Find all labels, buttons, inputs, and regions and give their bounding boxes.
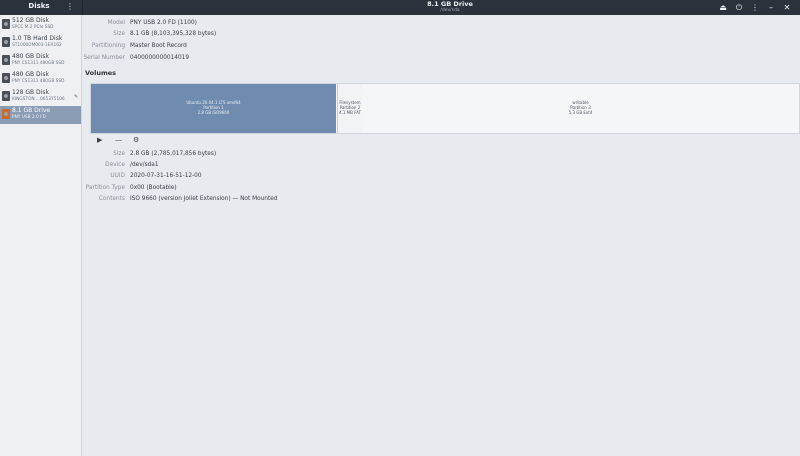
- header-actions: ⏏ ⏻ ⋮ – ✕: [718, 2, 792, 13]
- partition-3[interactable]: writable Partition 3 5.3 GB Ext4: [362, 84, 799, 133]
- info-partitioning: Partitioning Master Boot Record: [0, 42, 800, 51]
- drive-menu-icon[interactable]: ⋮: [750, 2, 760, 13]
- disk-model: KINGSTON ...065375106: [12, 97, 65, 102]
- eject-icon[interactable]: ✎: [74, 94, 78, 100]
- contents-value: ISO 9660 (version Joliet Extension) — No…: [130, 196, 278, 202]
- sidebar-item-disk-128gb[interactable]: 128 GB Disk KINGSTON ...065375106 ✎: [0, 88, 81, 106]
- window-title-group: 8.1 GB Drive /dev/sda: [300, 1, 600, 14]
- gear-icon[interactable]: ⚙: [133, 136, 139, 145]
- uuid-label: UUID: [110, 173, 125, 179]
- disk-name: 480 GB Disk: [12, 71, 49, 78]
- device-value: /dev/sda1: [130, 162, 159, 168]
- vol-size-label: Size: [113, 151, 125, 157]
- device-label: Device: [105, 162, 125, 168]
- partitioning-value: Master Boot Record: [130, 43, 187, 49]
- disk-name: 128 GB Disk: [12, 89, 49, 96]
- disk-model: PNY CS1311 480GB SSD: [12, 79, 65, 84]
- detail-device: Device /dev/sda1: [0, 161, 800, 170]
- usb-drive-icon: [2, 109, 10, 119]
- partition-type-value: 0x00 (Bootable): [130, 185, 177, 191]
- info-serial: Serial Number 0400000000014019: [0, 54, 800, 63]
- volumes-heading: Volumes: [85, 69, 117, 77]
- window-title: 8.1 GB Drive: [427, 0, 473, 8]
- size-value: 8.1 GB (8,103,395,328 bytes): [130, 31, 217, 37]
- serial-label: Serial Number: [83, 55, 125, 61]
- partition-type-label: Partition Type: [85, 185, 125, 191]
- detail-partition-type: Partition Type 0x00 (Bootable): [0, 184, 800, 193]
- sidebar-header: Disks ⋮: [0, 0, 82, 15]
- header-bar: Disks ⋮ 8.1 GB Drive /dev/sda ⏏ ⏻ ⋮ – ✕: [0, 0, 800, 15]
- disk-name: 8.1 GB Drive: [12, 107, 51, 114]
- uuid-value: 2020-07-31-16-51-12-00: [130, 173, 202, 179]
- serial-value: 0400000000014019: [130, 55, 190, 61]
- sidebar-item-drive-8gb[interactable]: 8.1 GB Drive PNY USB 2.0 FD: [0, 106, 81, 124]
- model-label: Model: [107, 20, 125, 26]
- size-label: Size: [113, 31, 125, 37]
- info-size: Size 8.1 GB (8,103,395,328 bytes): [0, 30, 800, 39]
- volume-map: Ubuntu 20.04.1 LTS amd64 Partition 1 2.8…: [90, 83, 800, 134]
- minus-icon[interactable]: —: [115, 136, 122, 145]
- detail-uuid: UUID 2020-07-31-16-51-12-00: [0, 172, 800, 181]
- disk-icon: [2, 73, 10, 83]
- app-menu-icon[interactable]: ⋮: [66, 1, 74, 13]
- partition-2[interactable]: Filesystem Partition 2 4.1 MB FAT: [337, 84, 363, 133]
- contents-label: Contents: [98, 196, 125, 202]
- info-model: Model PNY USB 2.0 FD (1100): [0, 19, 800, 28]
- close-icon[interactable]: ✕: [782, 2, 792, 13]
- partition-1[interactable]: Ubuntu 20.04.1 LTS amd64 Partition 1 2.8…: [91, 84, 336, 133]
- partitioning-label: Partitioning: [91, 43, 125, 49]
- partition-size: 5.3 GB Ext4: [568, 110, 593, 115]
- disk-model: PNY USB 2.0 FD: [12, 115, 46, 120]
- window-subtitle: /dev/sda: [440, 8, 460, 13]
- partition-size: 4.1 MB FAT: [339, 110, 361, 115]
- volume-toolbar: ▶ — ⚙: [90, 134, 800, 148]
- eject-icon[interactable]: ⏏: [718, 2, 728, 13]
- play-icon[interactable]: ▶: [97, 136, 102, 145]
- sidebar: 512 GB Disk SPCC M.2 PCIe SSD 1.0 TB Har…: [0, 15, 82, 456]
- power-icon[interactable]: ⏻: [734, 2, 744, 13]
- minimize-icon[interactable]: –: [766, 2, 776, 13]
- detail-contents: Contents ISO 9660 (version Joliet Extens…: [0, 195, 800, 204]
- detail-size: Size 2.8 GB (2,785,017,856 bytes): [0, 150, 800, 159]
- vol-size-value: 2.8 GB (2,785,017,856 bytes): [130, 151, 217, 157]
- sidebar-item-disk-480gb-2[interactable]: 480 GB Disk PNY CS1311 480GB SSD: [0, 70, 81, 88]
- model-value: PNY USB 2.0 FD (1100): [130, 20, 197, 26]
- header-divider: [82, 0, 83, 15]
- partition-size: 2.8 GB ISO9660: [197, 110, 230, 115]
- disk-icon: [2, 91, 10, 101]
